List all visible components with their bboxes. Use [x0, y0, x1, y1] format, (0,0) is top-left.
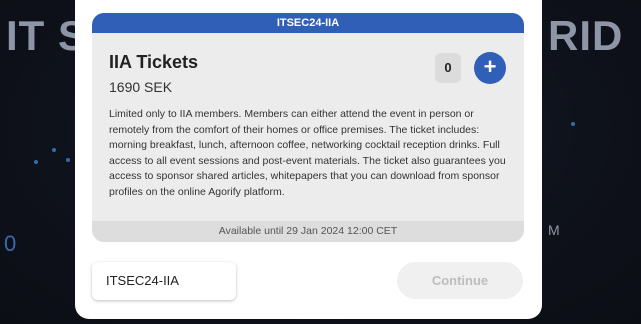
background-title-right: RID	[548, 12, 624, 59]
continue-button[interactable]: Continue	[397, 262, 523, 299]
availability-note: Available until 29 Jan 2024 12:00 CET	[92, 221, 524, 242]
background-dot	[52, 148, 56, 152]
quantity-display: 0	[435, 53, 461, 83]
ticket-description: Limited only to IIA members. Members can…	[109, 108, 506, 198]
background-dot	[34, 160, 38, 164]
ticket-title: IIA Tickets	[109, 52, 199, 72]
ticket-modal: ITSEC24-IIA IIA Tickets 1690 SEK 0 + Lim…	[75, 0, 542, 319]
plus-icon: +	[483, 54, 497, 79]
background-fragment-m: M	[548, 222, 560, 238]
add-ticket-button[interactable]: +	[474, 52, 506, 84]
ticket-card: ITSEC24-IIA IIA Tickets 1690 SEK 0 + Lim…	[92, 13, 524, 242]
background-dot	[571, 122, 575, 126]
background-fragment-zero: 0	[4, 231, 17, 256]
ticket-price: 1690 SEK	[109, 79, 173, 95]
background-dot	[66, 158, 70, 162]
ticket-code-chip[interactable]: ITSEC24-IIA	[92, 262, 236, 300]
ticket-code-header: ITSEC24-IIA	[92, 13, 524, 33]
